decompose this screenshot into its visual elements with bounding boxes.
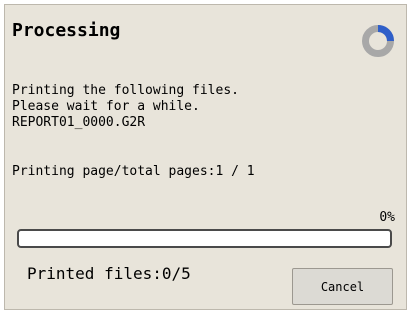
processing-dialog: Processing Printing the following files.… — [4, 4, 407, 310]
message-line: Please wait for a while. — [12, 99, 200, 114]
file-name: REPORT01_0000.G2R — [12, 115, 146, 130]
loading-spinner-icon — [362, 25, 394, 57]
message-line: Printing the following files. — [12, 83, 239, 98]
printed-files-count: Printed files:0/5 — [27, 264, 191, 283]
progress-percent: 0% — [379, 210, 395, 225]
cancel-button[interactable]: Cancel — [292, 268, 393, 305]
progress-bar — [17, 229, 392, 248]
dialog-title: Processing — [12, 20, 121, 41]
status-message: Printing the following files. Please wai… — [12, 83, 239, 131]
page-progress-text: Printing page/total pages:1 / 1 — [12, 164, 255, 179]
